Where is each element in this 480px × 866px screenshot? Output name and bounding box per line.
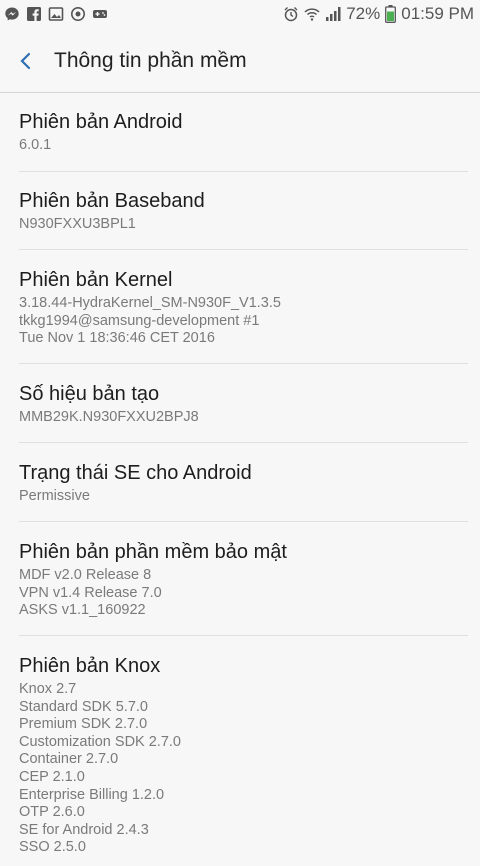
- item-title: Phiên bản Android: [19, 111, 183, 133]
- alarm-icon: [284, 7, 298, 22]
- signal-icon: [326, 7, 341, 21]
- messenger-icon: [5, 7, 19, 21]
- item-value: MMB29K.N930FXXU2BPJ8: [19, 409, 199, 425]
- item-title: Số hiệu bản tạo: [19, 383, 160, 405]
- item-value: ASKS v1.1_160922: [19, 602, 146, 619]
- item-value: CEP 2.1.0: [19, 768, 85, 785]
- item-value: MDF v2.0 Release 8: [19, 567, 152, 583]
- list-item-se-android-status[interactable]: Trạng thái SE cho Android Permissive: [0, 443, 480, 522]
- item-value: SE for Android 2.4.3: [19, 821, 149, 838]
- list-item-kernel-version[interactable]: Phiên bản Kernel 3.18.44-HydraKernel_SM-…: [0, 250, 480, 364]
- back-button[interactable]: [14, 46, 40, 76]
- item-value: 3.18.44-HydraKernel_SM-N930F_V1.3.5: [19, 295, 281, 311]
- item-value: Customization SDK 2.7.0: [19, 733, 181, 750]
- list-item-build-number[interactable]: Số hiệu bản tạo MMB29K.N930FXXU2BPJ8: [0, 364, 480, 443]
- list-item-android-version[interactable]: Phiên bản Android 6.0.1: [0, 93, 480, 172]
- app-bar: Thông tin phần mềm: [0, 30, 480, 93]
- item-title: Trạng thái SE cho Android: [19, 462, 252, 484]
- item-title: Phiên bản Kernel: [19, 269, 173, 291]
- chevron-left-icon: [20, 52, 31, 70]
- item-title: Phiên bản phần mềm bảo mật: [19, 541, 287, 563]
- gallery-icon: [48, 7, 64, 21]
- list-item-baseband-version[interactable]: Phiên bản Baseband N930FXXU3BPL1: [0, 172, 480, 250]
- item-value: Premium SDK 2.7.0: [19, 716, 148, 733]
- item-value: Permissive: [19, 488, 90, 504]
- battery-percent: 72%: [346, 4, 381, 23]
- status-bar: 72% 01:59 PM: [0, 0, 480, 30]
- item-value: Standard SDK 5.7.0: [19, 698, 148, 715]
- notification-icons: [4, 6, 108, 22]
- item-value: Knox 2.7: [19, 681, 77, 697]
- software-info-list: Phiên bản Android 6.0.1 Phiên bản Baseba…: [0, 93, 480, 866]
- item-value: 6.0.1: [19, 137, 52, 153]
- list-item-security-software-version[interactable]: Phiên bản phần mềm bảo mật MDF v2.0 Rele…: [0, 522, 480, 636]
- item-value: N930FXXU3BPL1: [19, 216, 136, 232]
- page-title: Thông tin phần mềm: [54, 49, 247, 72]
- item-value: tkkg1994@samsung-development #1: [19, 312, 260, 329]
- item-value: SSO 2.5.0: [19, 839, 86, 856]
- item-value: Container 2.7.0: [19, 751, 119, 768]
- item-value: OTP 2.6.0: [19, 804, 85, 821]
- sync-icon: [71, 7, 85, 21]
- list-item-knox-version[interactable]: Phiên bản Knox Knox 2.7 Standard SDK 5.7…: [0, 636, 480, 866]
- game-icon: [93, 10, 107, 18]
- clock: 01:59 PM: [401, 4, 474, 23]
- item-value: Enterprise Billing 1.2.0: [19, 786, 165, 803]
- item-value: VPN v1.4 Release 7.0: [19, 584, 162, 601]
- facebook-icon: [27, 7, 41, 21]
- item-title: Phiên bản Baseband: [19, 190, 205, 212]
- item-value: Tue Nov 1 18:36:46 CET 2016: [19, 330, 215, 347]
- wifi-icon: [304, 8, 320, 21]
- item-title: Phiên bản Knox: [19, 655, 161, 677]
- battery-icon: [385, 5, 397, 23]
- system-icons: 72% 01:59 PM: [283, 4, 474, 24]
